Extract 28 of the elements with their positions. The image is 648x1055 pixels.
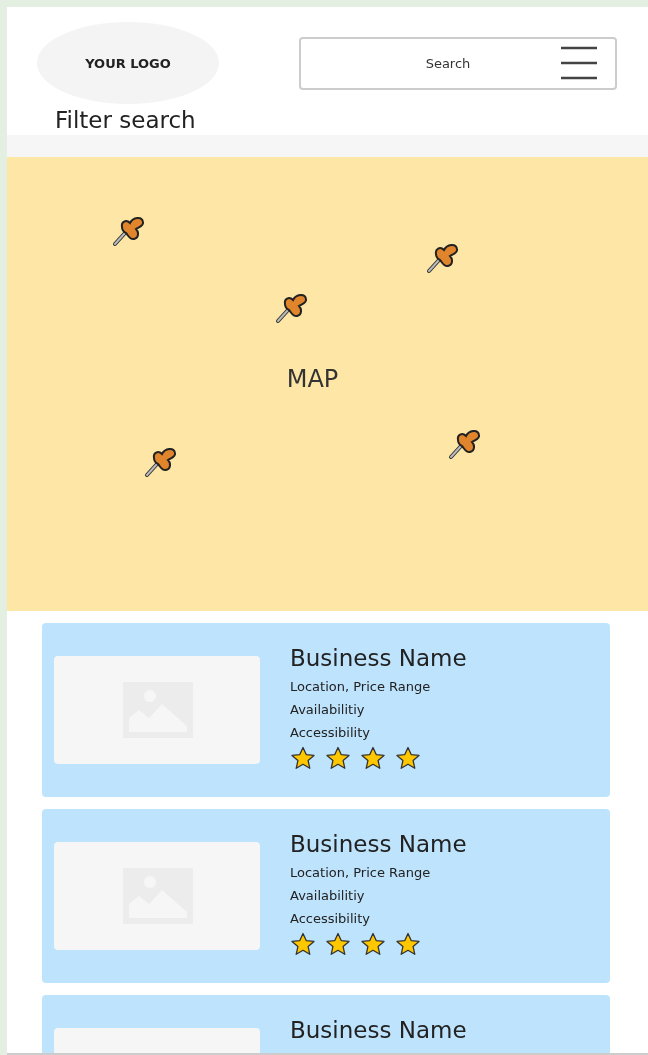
search-field[interactable]: Search [299, 37, 617, 90]
star-icon [395, 932, 421, 956]
image-placeholder-icon [54, 842, 260, 950]
star-icon [360, 932, 386, 956]
business-detail: Location, Price Range [290, 678, 431, 696]
star-icon [360, 746, 386, 770]
business-card[interactable]: Business Name Location, Price Range Availabilitiy Accessibility [42, 809, 610, 983]
star-icon [290, 932, 316, 956]
star-icon [325, 746, 351, 770]
business-detail: Availabilitiy [290, 887, 365, 905]
business-detail: Availabilitiy [290, 701, 365, 719]
menu-icon[interactable] [559, 45, 599, 81]
business-detail: Accessibility [290, 724, 370, 742]
business-name: Business Name [290, 1017, 467, 1043]
image-placeholder-icon [54, 656, 260, 764]
business-name: Business Name [290, 831, 467, 857]
business-detail: Location, Price Range [290, 864, 431, 882]
star-icon [395, 746, 421, 770]
star-icon [325, 932, 351, 956]
business-name: Business Name [290, 645, 467, 671]
logo[interactable]: YOUR LOGO [37, 22, 219, 104]
business-card[interactable]: Business Name [42, 995, 610, 1053]
map-label: MAP [286, 365, 339, 393]
business-card[interactable]: Business Name Location, Price Range Availabilitiy Accessibility [42, 623, 610, 797]
filter-search-link[interactable]: Filter search [7, 105, 196, 135]
business-detail: Accessibility [290, 910, 370, 928]
map[interactable]: MAP [7, 157, 648, 611]
star-icon [290, 746, 316, 770]
